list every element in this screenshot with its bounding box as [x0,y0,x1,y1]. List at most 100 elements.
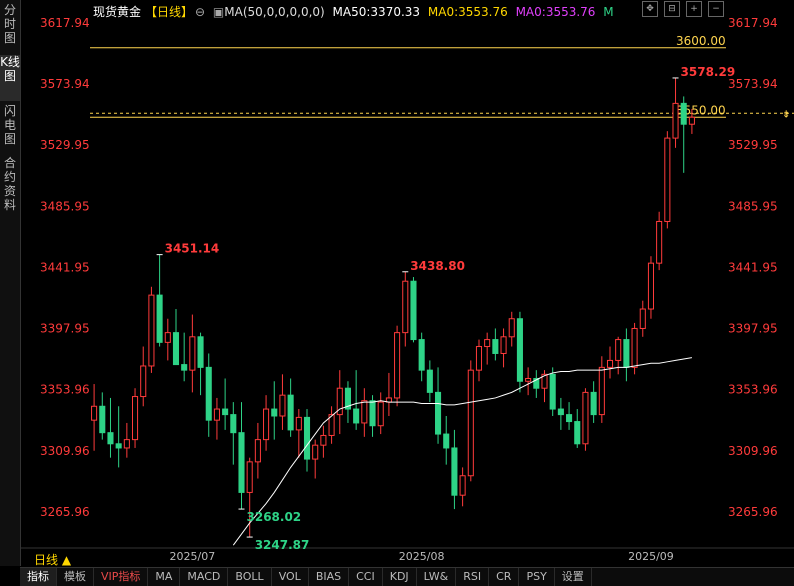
indicator-2[interactable]: VIP指标 [94,568,149,586]
candle[interactable] [361,388,368,437]
candle[interactable] [484,332,491,365]
candle[interactable] [508,311,515,347]
candle[interactable] [394,325,401,407]
candle[interactable] [418,332,425,382]
candle-body [508,318,515,338]
candle-body [492,339,499,354]
candle[interactable] [320,425,327,458]
candle[interactable] [181,332,188,382]
candle[interactable] [623,328,630,382]
candle[interactable] [475,339,483,382]
candle[interactable] [582,388,589,451]
candle[interactable] [123,422,130,458]
indicator-11[interactable]: RSI [456,568,490,586]
candle[interactable] [672,78,679,148]
indicator-1[interactable]: 模板 [57,568,94,586]
candle[interactable] [566,402,573,430]
candle[interactable] [271,381,278,440]
candle[interactable] [516,311,523,393]
candle[interactable] [295,409,302,458]
candle[interactable] [647,256,654,319]
tab-kline[interactable]: K线图 [0,55,20,101]
candle[interactable] [148,286,155,373]
indicator-10[interactable]: LW& [417,568,457,586]
candle[interactable] [353,370,360,430]
candle[interactable] [533,370,540,398]
price-arrow-icon[interactable]: ⇟ [782,109,790,120]
candle[interactable] [467,360,474,482]
candle-body [680,102,687,125]
candle[interactable] [344,381,351,423]
candle[interactable] [402,271,409,347]
candle[interactable] [459,467,466,507]
candle[interactable] [377,392,384,435]
candle-body [426,369,433,393]
candle[interactable] [197,332,204,396]
price-tick-left: 3441.95 [40,260,90,274]
candle[interactable] [107,397,114,458]
candle[interactable] [606,346,614,379]
candle[interactable] [426,360,433,403]
candle[interactable] [328,406,335,444]
candle[interactable] [656,211,663,271]
candle[interactable] [410,277,417,343]
indicator-5[interactable]: BOLL [228,568,272,586]
indicator-7[interactable]: BIAS [309,568,350,586]
candle[interactable] [238,402,245,510]
candle[interactable] [435,367,442,444]
candle[interactable] [230,402,237,465]
candle[interactable] [312,439,319,479]
candle[interactable] [164,318,171,361]
candle[interactable] [615,336,622,375]
candle[interactable] [279,374,286,430]
candle[interactable] [574,409,581,448]
candle[interactable] [639,300,646,337]
candle[interactable] [222,378,229,430]
candle[interactable] [385,372,392,416]
candle[interactable] [303,409,311,472]
tab-flash[interactable]: 闪电图 [0,104,20,150]
candle[interactable] [115,406,122,468]
extreme-label: 3451.14 [165,242,220,256]
tab-contract-info[interactable]: 合约资料 [0,156,20,216]
period-selector[interactable]: 日线 ▲ [34,551,71,568]
candle[interactable] [557,397,564,430]
indicator-0[interactable]: 指标 [20,568,57,586]
candle[interactable] [132,388,139,448]
candle[interactable] [213,397,220,440]
indicator-8[interactable]: CCI [349,568,383,586]
kline-chart[interactable]: 3617.94 3617.94 3573.94 3573.94 3529.95 3529.… [20,0,794,566]
tab-timeshare[interactable]: 分时图 [0,3,20,49]
candle[interactable] [525,367,532,396]
candle[interactable] [336,370,343,435]
candle[interactable] [492,328,499,361]
indicator-14[interactable]: 设置 [555,568,592,586]
indicator-6[interactable]: VOL [272,568,309,586]
candle[interactable] [263,395,270,451]
candle[interactable] [140,346,147,407]
indicator-12[interactable]: CR [489,568,520,586]
candle[interactable] [598,356,605,423]
indicator-3[interactable]: MA [148,568,181,586]
candle[interactable] [287,378,294,437]
candle[interactable] [189,314,196,393]
indicator-4[interactable]: MACD [180,568,229,586]
candle[interactable] [172,309,180,366]
candle[interactable] [205,353,212,437]
indicator-13[interactable]: PSY [519,568,555,586]
candle[interactable] [91,384,98,451]
candle[interactable] [156,254,163,347]
candle-body [516,318,523,382]
candle-body [451,447,458,496]
candle[interactable] [549,367,556,416]
candle[interactable] [590,381,597,423]
extreme-label: 3247.87 [255,538,310,552]
candle[interactable] [680,96,687,173]
candle[interactable] [443,416,450,465]
indicator-9[interactable]: KDJ [383,568,417,586]
candle[interactable] [500,328,507,368]
candle[interactable] [254,422,261,479]
candle[interactable] [664,131,671,229]
candle[interactable] [451,429,458,510]
candle[interactable] [99,392,106,440]
